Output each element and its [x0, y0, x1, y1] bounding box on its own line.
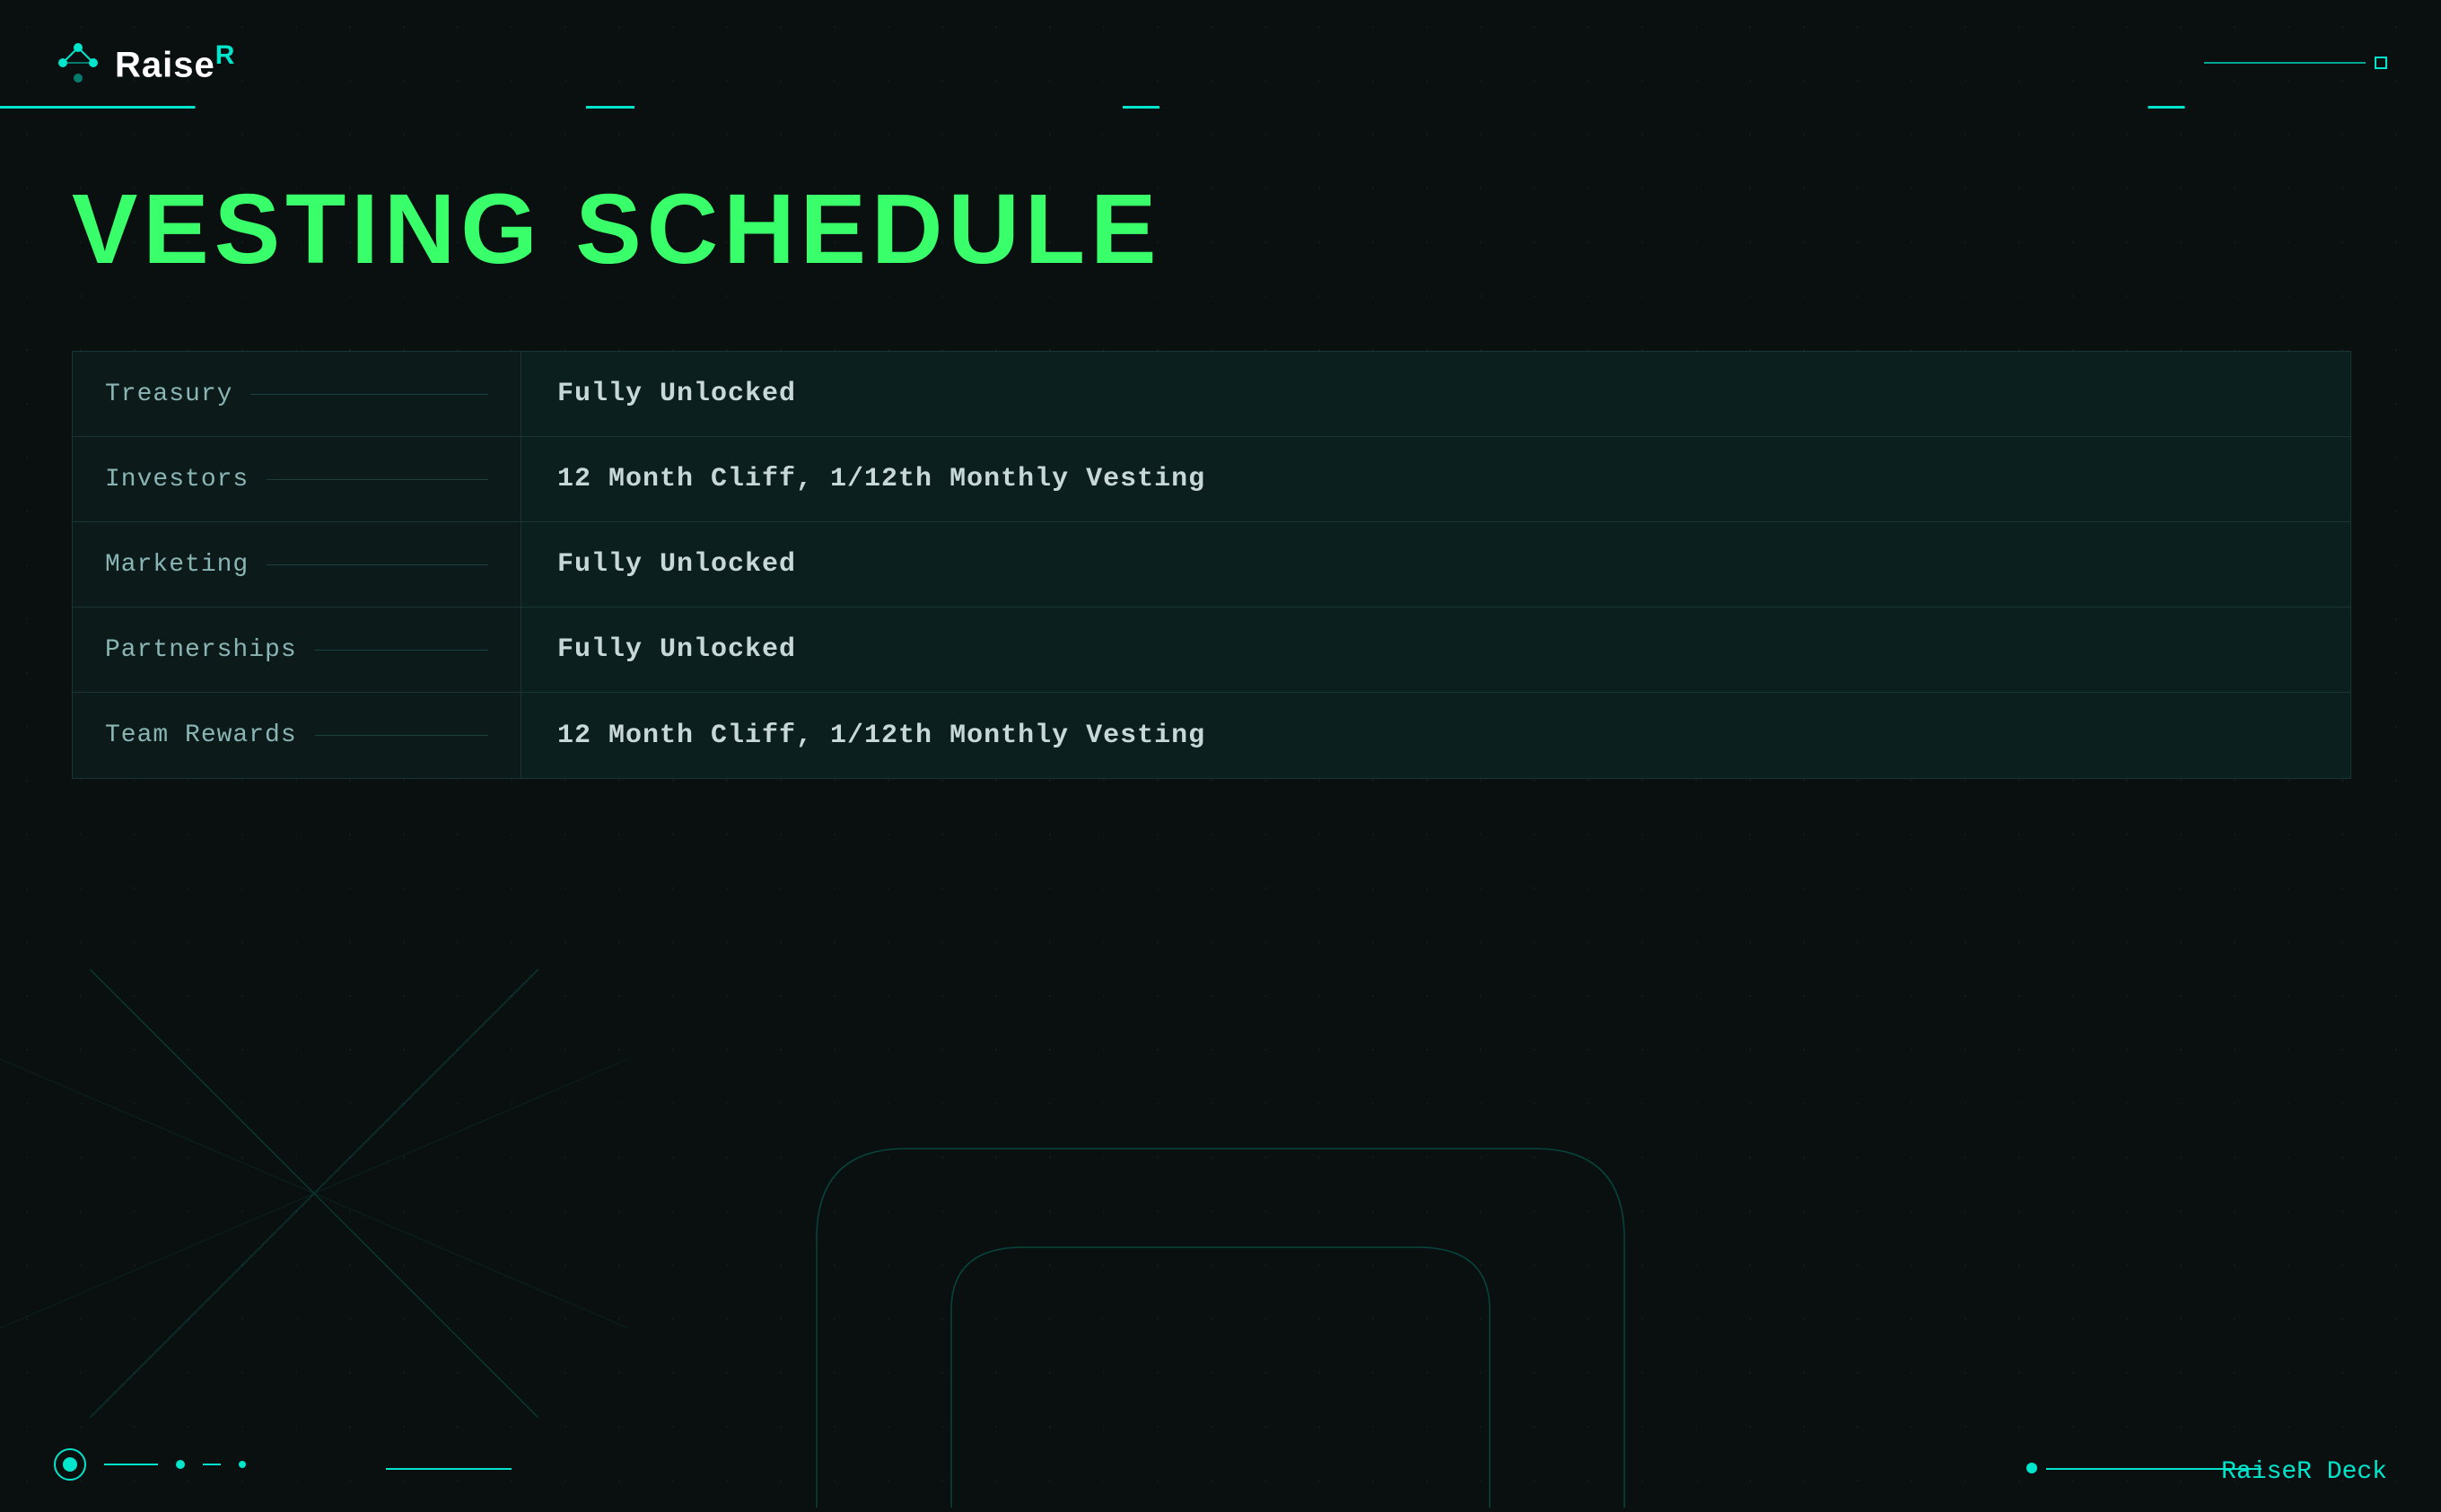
category-label: Team Rewards — [105, 721, 297, 749]
list-item: Team Rewards — [73, 693, 521, 778]
decorative-x-lines — [0, 969, 628, 1418]
table-left-column: Treasury Investors Marketing Partnership… — [72, 351, 521, 779]
table-row: Fully Unlocked — [521, 522, 2350, 607]
table-row: Fully Unlocked — [521, 352, 2350, 437]
separator-line — [267, 479, 488, 480]
separator-line — [315, 650, 488, 651]
list-item: Partnerships — [73, 607, 521, 693]
header-right — [2204, 57, 2387, 69]
separator-line — [315, 735, 488, 736]
header-indicator-line — [2204, 62, 2366, 64]
indicator-dot-tiny — [239, 1461, 246, 1468]
header: RaiseR — [0, 0, 2441, 99]
vesting-value: Fully Unlocked — [557, 379, 796, 409]
logo-icon — [54, 39, 102, 87]
indicator-dot-small — [176, 1460, 185, 1469]
bottom-line-accent-left — [386, 1468, 512, 1470]
category-label: Partnerships — [105, 636, 297, 664]
logo-superscript: R — [215, 40, 236, 70]
table-right-column: Fully Unlocked 12 Month Cliff, 1/12th Mo… — [521, 351, 2351, 779]
list-item: Investors — [73, 437, 521, 522]
separator-line — [267, 564, 488, 565]
vesting-value: 12 Month Cliff, 1/12th Monthly Vesting — [557, 464, 1205, 494]
category-label: Investors — [105, 466, 249, 494]
vesting-value: 12 Month Cliff, 1/12th Monthly Vesting — [557, 721, 1205, 751]
logo-text: RaiseR — [115, 40, 235, 85]
bottom-indicators — [54, 1448, 246, 1481]
header-dot — [2375, 57, 2387, 69]
list-item: Treasury — [73, 352, 521, 437]
table-row: Fully Unlocked — [521, 607, 2350, 693]
footer-brand-label: RaiseR Deck — [2221, 1458, 2387, 1486]
indicator-connector-line — [104, 1464, 158, 1465]
category-label: Marketing — [105, 551, 249, 579]
indicator-circle-inner — [63, 1457, 77, 1472]
separator-line — [250, 394, 488, 395]
main-content: VESTING SCHEDULE Treasury Investors Mark… — [0, 109, 2441, 779]
vesting-value: Fully Unlocked — [557, 634, 796, 665]
list-item: Marketing — [73, 522, 521, 607]
category-label: Treasury — [105, 380, 232, 408]
indicator-connector-line-2 — [203, 1464, 221, 1465]
table-row: 12 Month Cliff, 1/12th Monthly Vesting — [521, 693, 2350, 778]
vesting-table: Treasury Investors Marketing Partnership… — [72, 351, 2351, 779]
logo: RaiseR — [54, 39, 235, 87]
table-row: 12 Month Cliff, 1/12th Monthly Vesting — [521, 437, 2350, 522]
vesting-value: Fully Unlocked — [557, 549, 796, 580]
indicator-circle-outer — [54, 1448, 86, 1481]
page-title: VESTING SCHEDULE — [72, 180, 2369, 279]
arch-frame-outer — [772, 1104, 1669, 1508]
bottom-dot-right — [2026, 1463, 2037, 1473]
